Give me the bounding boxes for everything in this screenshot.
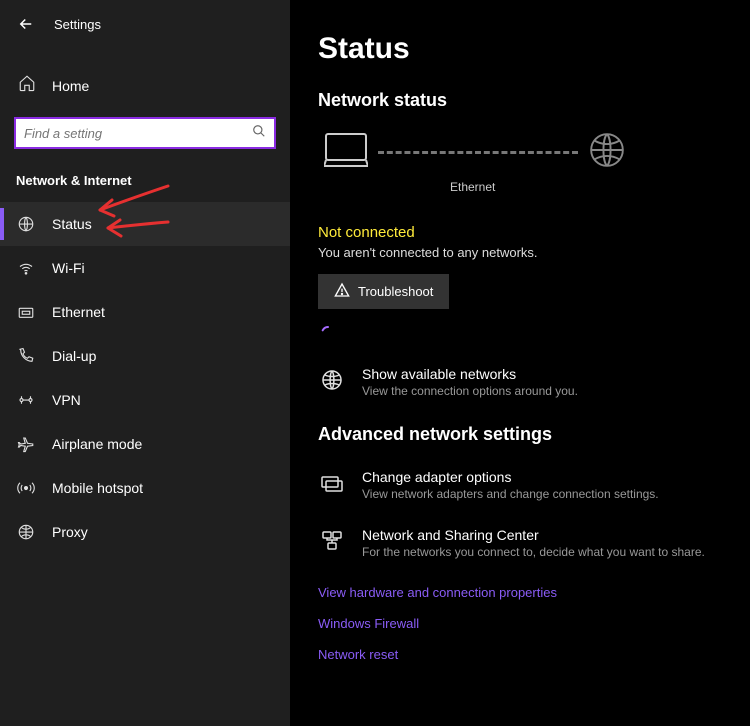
sidebar-item-label: Mobile hotspot	[52, 480, 143, 496]
action-title: Change adapter options	[362, 469, 659, 485]
action-desc: View network adapters and change connect…	[362, 487, 659, 501]
network-status-heading: Network status	[318, 90, 726, 111]
sidebar-item-label: Ethernet	[52, 304, 105, 320]
sidebar-item-label: Proxy	[52, 524, 88, 540]
status-description: You aren't connected to any networks.	[318, 245, 726, 260]
troubleshoot-label: Troubleshoot	[358, 284, 433, 299]
page-title: Status	[318, 32, 726, 66]
vpn-icon	[16, 390, 36, 410]
globe-icon	[588, 131, 626, 174]
warning-icon	[334, 282, 350, 301]
phone-icon	[16, 346, 36, 366]
sharing-icon	[318, 527, 346, 559]
ethernet-icon	[16, 302, 36, 322]
status-warning: Not connected	[318, 224, 726, 241]
home-button[interactable]: Home	[0, 64, 290, 107]
search-icon	[252, 124, 266, 143]
header: Settings	[0, 14, 290, 34]
wifi-icon	[16, 258, 36, 278]
link-hardware-properties[interactable]: View hardware and connection properties	[318, 585, 726, 600]
network-diagram	[324, 131, 726, 174]
troubleshoot-button[interactable]: Troubleshoot	[318, 274, 449, 309]
sidebar-item-label: Status	[52, 216, 92, 232]
action-title: Network and Sharing Center	[362, 527, 705, 543]
action-title: Show available networks	[362, 366, 578, 382]
action-desc: View the connection options around you.	[362, 384, 578, 398]
globe-icon	[16, 214, 36, 234]
app-title: Settings	[54, 17, 101, 32]
proxy-icon	[16, 522, 36, 542]
sidebar-item-label: Dial-up	[52, 348, 96, 364]
show-available-networks[interactable]: Show available networks View the connect…	[318, 366, 726, 398]
sidebar-item-label: Airplane mode	[52, 436, 142, 452]
sidebar-item-airplane[interactable]: Airplane mode	[0, 422, 290, 466]
sidebar-item-vpn[interactable]: VPN	[0, 378, 290, 422]
change-adapter-options[interactable]: Change adapter options View network adap…	[318, 469, 726, 501]
home-icon	[18, 74, 36, 97]
section-title: Network & Internet	[0, 167, 290, 202]
link-windows-firewall[interactable]: Windows Firewall	[318, 616, 726, 631]
sidebar-item-proxy[interactable]: Proxy	[0, 510, 290, 554]
sidebar-item-ethernet[interactable]: Ethernet	[0, 290, 290, 334]
home-label: Home	[52, 78, 89, 94]
sidebar-item-hotspot[interactable]: Mobile hotspot	[0, 466, 290, 510]
arrow-left-icon	[17, 15, 35, 33]
main-content: Status Network status Ethernet Not conne…	[290, 0, 750, 726]
sidebar: Settings Home Network & Internet Status	[0, 0, 290, 726]
sidebar-item-dialup[interactable]: Dial-up	[0, 334, 290, 378]
globe-icon	[318, 366, 346, 398]
network-sharing-center[interactable]: Network and Sharing Center For the netwo…	[318, 527, 726, 559]
sidebar-item-status[interactable]: Status	[0, 202, 290, 246]
link-network-reset[interactable]: Network reset	[318, 647, 726, 662]
adapter-icon	[318, 469, 346, 501]
search-input[interactable]	[24, 126, 252, 141]
diagram-label: Ethernet	[450, 180, 726, 194]
airplane-icon	[16, 434, 36, 454]
loading-spinner	[320, 325, 726, 346]
sidebar-item-label: VPN	[52, 392, 81, 408]
computer-icon	[324, 132, 368, 173]
back-button[interactable]	[16, 14, 36, 34]
sidebar-item-wifi[interactable]: Wi-Fi	[0, 246, 290, 290]
action-desc: For the networks you connect to, decide …	[362, 545, 705, 559]
connection-line	[378, 151, 578, 154]
hotspot-icon	[16, 478, 36, 498]
advanced-heading: Advanced network settings	[318, 424, 726, 445]
sidebar-item-label: Wi-Fi	[52, 260, 85, 276]
search-box[interactable]	[14, 117, 276, 149]
